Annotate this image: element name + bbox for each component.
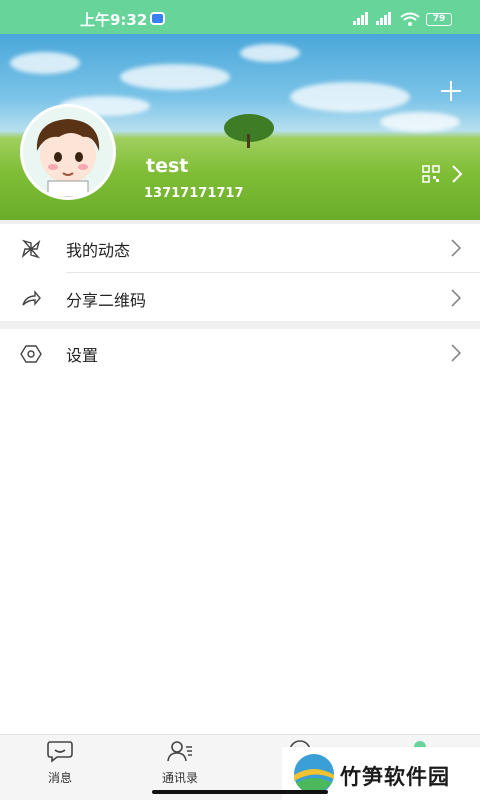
- cloud: [240, 44, 300, 62]
- cloud: [380, 112, 460, 132]
- notification-app-icon: [150, 12, 165, 25]
- tab-messages[interactable]: 消息: [20, 739, 100, 786]
- settings-icon: [20, 343, 42, 369]
- cloud: [120, 64, 230, 90]
- tree-trunk: [247, 134, 250, 148]
- username: test: [146, 155, 189, 177]
- divider: [66, 272, 480, 273]
- watermark-text: 竹笋软件园: [340, 765, 450, 789]
- pinwheel-icon: [20, 238, 42, 264]
- wifi-icon: [400, 12, 420, 26]
- menu-item-label: 我的动态: [66, 241, 131, 260]
- cloud: [290, 82, 410, 112]
- tab-contacts[interactable]: 通讯录: [140, 739, 220, 786]
- battery-indicator: 79: [426, 13, 452, 26]
- share-icon: [20, 288, 42, 314]
- home-indicator[interactable]: [152, 790, 328, 794]
- menu-item-share-qr[interactable]: 分享二维码: [0, 274, 480, 322]
- menu-item-moments[interactable]: 我的动态: [0, 224, 480, 272]
- status-bar: 上午9:32 79: [0, 0, 480, 34]
- phone-number: 13717171717: [144, 186, 244, 201]
- section-gap: [0, 321, 480, 329]
- menu-item-label: 分享二维码: [66, 291, 147, 310]
- menu-item-label: 设置: [66, 346, 99, 365]
- chevron-right-icon: [451, 289, 462, 311]
- tab-label: 消息: [47, 771, 72, 785]
- status-time: 上午9:32: [80, 11, 148, 29]
- chevron-right-icon[interactable]: [451, 164, 463, 188]
- chat-bubble-icon: [47, 741, 73, 763]
- qr-code-icon[interactable]: [422, 165, 440, 187]
- signal-icon: [353, 12, 368, 25]
- watermark-logo-icon: [294, 754, 334, 794]
- cloud: [10, 52, 80, 74]
- menu-item-settings[interactable]: 设置: [0, 329, 480, 377]
- contacts-icon: [167, 741, 192, 762]
- chevron-right-icon: [451, 239, 462, 261]
- profile-header: test 13717171717: [0, 34, 480, 220]
- chevron-right-icon: [451, 344, 462, 366]
- plus-icon[interactable]: [440, 78, 462, 108]
- tab-label: 通讯录: [161, 771, 198, 785]
- avatar[interactable]: [20, 104, 116, 200]
- signal-icon-2: [376, 12, 391, 25]
